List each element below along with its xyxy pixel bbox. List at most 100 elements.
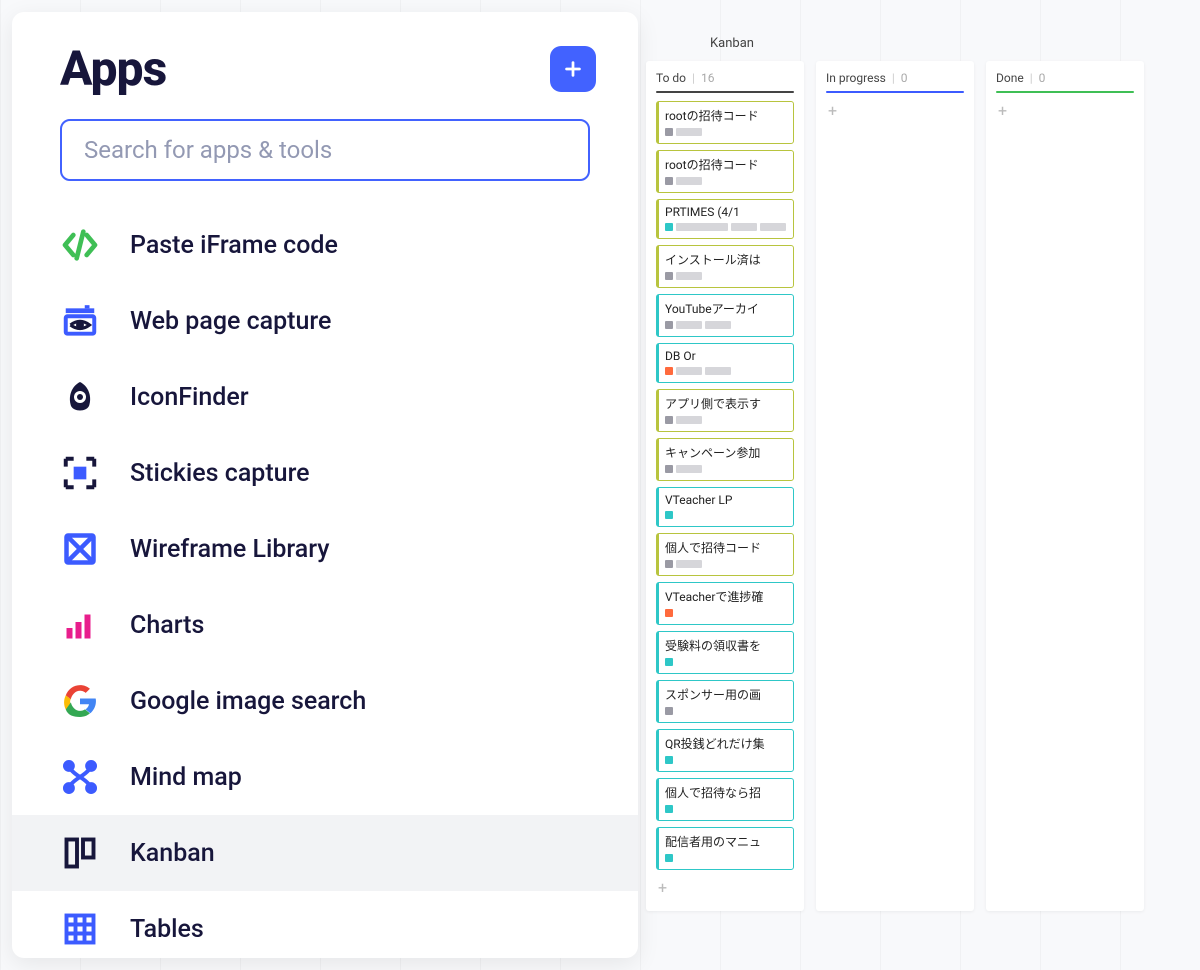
- card-tag-chip: [676, 177, 702, 185]
- kanban-card[interactable]: 受験料の領収書を: [656, 631, 794, 674]
- kanban-card[interactable]: DB Or: [656, 343, 794, 383]
- kanban-card[interactable]: rootの招待コード: [656, 101, 794, 144]
- kanban-icon: [60, 833, 100, 873]
- card-chips: [665, 367, 787, 375]
- app-item-label: Stickies capture: [130, 459, 310, 488]
- apps-search-input[interactable]: [60, 119, 590, 181]
- card-title: 個人で招待コード: [665, 539, 787, 556]
- column-rule: [826, 91, 964, 93]
- card-title: インストール済は: [665, 251, 787, 268]
- kanban-board: Kanban To do | 16 rootの招待コードrootの招待コードPR…: [640, 0, 1200, 970]
- card-title: 配信者用のマニュ: [665, 833, 787, 850]
- card-tag-chip: [705, 367, 731, 375]
- card-tag-chip: [665, 707, 673, 715]
- card-tag-chip: [731, 223, 757, 231]
- column-count: 0: [1039, 71, 1046, 85]
- column-done: Done | 0 +: [986, 61, 1144, 911]
- card-tag-chip: [676, 321, 702, 329]
- card-tag-chip: [665, 367, 673, 375]
- app-item-label: Charts: [130, 611, 204, 640]
- apps-title: Apps: [60, 40, 166, 97]
- card-chips: [665, 321, 787, 329]
- column-label: In progress: [826, 71, 886, 85]
- add-card-button[interactable]: +: [656, 878, 794, 897]
- card-chips: [665, 511, 787, 519]
- card-tag-chip: [665, 128, 673, 136]
- kanban-card[interactable]: VTeacher LP: [656, 487, 794, 527]
- app-item-label: Web page capture: [130, 307, 331, 336]
- board-columns: To do | 16 rootの招待コード rootの招待コード PRTIMES (…: [640, 61, 1200, 911]
- kanban-card[interactable]: インストール済は: [656, 245, 794, 288]
- card-tag-chip: [676, 416, 702, 424]
- kanban-card[interactable]: 配信者用のマニュ: [656, 827, 794, 870]
- card-tag-chip: [665, 416, 673, 424]
- app-item-kanban[interactable]: Kanban: [12, 815, 638, 891]
- wireframe-icon: [60, 529, 100, 569]
- kanban-card[interactable]: QR投銭どれだけ集: [656, 729, 794, 772]
- app-item-webcapture[interactable]: Web page capture: [12, 283, 638, 359]
- card-chips: [665, 854, 787, 862]
- column-rule: [996, 91, 1134, 93]
- add-card-button[interactable]: +: [826, 101, 964, 120]
- plus-icon: [562, 58, 584, 80]
- kanban-card[interactable]: YouTubeアーカイ: [656, 294, 794, 337]
- card-tag-chip: [665, 560, 673, 568]
- card-title: 個人で招待なら招: [665, 784, 787, 801]
- app-item-label: IconFinder: [130, 383, 249, 412]
- kanban-card[interactable]: PRTIMES (4/1: [656, 199, 794, 239]
- kanban-card[interactable]: VTeacherで進捗確: [656, 582, 794, 625]
- card-chips: [665, 223, 787, 231]
- app-item-wireframe[interactable]: Wireframe Library: [12, 511, 638, 587]
- card-tag-chip: [676, 223, 728, 231]
- column-header: Done | 0: [996, 71, 1134, 91]
- add-app-button[interactable]: [550, 46, 596, 92]
- add-card-button[interactable]: +: [996, 101, 1134, 120]
- card-chips: [665, 707, 787, 715]
- apps-search-wrap: [12, 119, 638, 207]
- iconfinder-icon: [60, 377, 100, 417]
- card-tag-chip: [676, 465, 702, 473]
- card-tag-chip: [665, 465, 673, 473]
- code-icon: [60, 225, 100, 265]
- card-title: スポンサー用の画: [665, 686, 787, 703]
- card-chips: [665, 805, 787, 813]
- apps-list: Paste iFrame code Web page capture IconF…: [12, 207, 638, 958]
- app-item-stickies[interactable]: Stickies capture: [12, 435, 638, 511]
- column-count: 0: [901, 71, 908, 85]
- apps-panel-header: Apps: [12, 40, 638, 119]
- app-item-google-image-search[interactable]: Google image search: [12, 663, 638, 739]
- app-item-label: Mind map: [130, 763, 242, 792]
- card-chips: [665, 465, 787, 473]
- kanban-card[interactable]: rootの招待コード: [656, 150, 794, 193]
- column-todo: To do | 16 rootの招待コード rootの招待コード PRTIMES (…: [646, 61, 804, 911]
- column-header: To do | 16: [656, 71, 794, 91]
- app-item-mindmap[interactable]: Mind map: [12, 739, 638, 815]
- card-tag-chip: [665, 177, 673, 185]
- app-item-iframe[interactable]: Paste iFrame code: [12, 207, 638, 283]
- card-title: アプリ側で表示す: [665, 395, 787, 412]
- app-item-iconfinder[interactable]: IconFinder: [12, 359, 638, 435]
- kanban-card[interactable]: アプリ側で表示す: [656, 389, 794, 432]
- card-title: キャンペーン参加: [665, 444, 787, 461]
- kanban-card[interactable]: スポンサー用の画: [656, 680, 794, 723]
- kanban-card[interactable]: 個人で招待コード: [656, 533, 794, 576]
- card-chips: [665, 609, 787, 617]
- card-tag-chip: [665, 511, 673, 519]
- kanban-card[interactable]: キャンペーン参加: [656, 438, 794, 481]
- camera-eye-icon: [60, 301, 100, 341]
- column-rule: [656, 91, 794, 93]
- column-count: 16: [701, 71, 715, 85]
- card-tag-chip: [665, 609, 673, 617]
- card-tag-chip: [705, 321, 731, 329]
- app-item-label: Kanban: [130, 839, 215, 868]
- app-item-charts[interactable]: Charts: [12, 587, 638, 663]
- app-item-tables[interactable]: Tables: [12, 891, 638, 958]
- column-inprogress: In progress | 0 +: [816, 61, 974, 911]
- tables-icon: [60, 909, 100, 949]
- stickies-capture-icon: [60, 453, 100, 493]
- card-tag-chip: [676, 272, 702, 280]
- kanban-card[interactable]: 個人で招待なら招: [656, 778, 794, 821]
- card-title: VTeacherで進捗確: [665, 588, 787, 605]
- column-divider: |: [692, 71, 695, 85]
- card-tag-chip: [665, 658, 673, 666]
